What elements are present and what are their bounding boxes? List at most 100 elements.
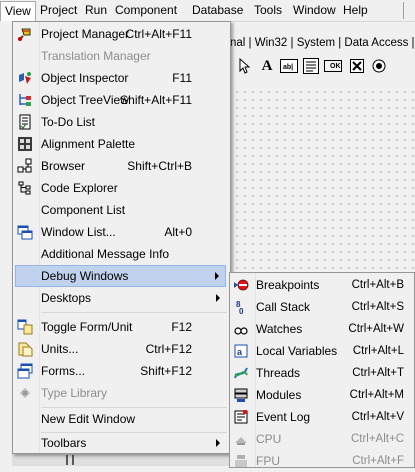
menu-item-label: Breakpoints	[256, 278, 320, 292]
menubar-separator	[403, 2, 404, 19]
component-palette: A ab| OK	[230, 54, 415, 82]
menu-item-label: Call Stack	[256, 300, 311, 314]
menu-item-translation-manager[interactable]: Translation Manager	[15, 45, 226, 67]
menu-item-label: Modules	[256, 388, 302, 402]
view-menu: Project Manager Ctrl+Alt+F11 Translation…	[12, 21, 231, 454]
menu-item-label: Translation Manager	[41, 49, 151, 63]
menu-item-modules[interactable]: Modules Ctrl+Alt+M	[232, 384, 410, 406]
toolbar-grip	[72, 455, 74, 465]
menu-item-label: Units...	[41, 342, 79, 356]
threads-icon	[233, 365, 249, 381]
menu-item-shortcut: Ctrl+Alt+M	[349, 389, 404, 401]
menu-item-label: Forms...	[41, 364, 85, 378]
menu-item-threads[interactable]: Threads Ctrl+Alt+T	[232, 362, 410, 384]
menu-item-label: CPU	[256, 432, 282, 446]
menu-item-shortcut: F12	[171, 320, 192, 334]
menu-item-fpu[interactable]: FPU Ctrl+Alt+F	[232, 450, 410, 472]
menu-item-debug-windows[interactable]: Debug Windows	[15, 265, 226, 287]
menu-item-object-treeview[interactable]: Object TreeView Shift+Alt+F11	[15, 89, 226, 111]
menu-item-shortcut: Ctrl+Alt+T	[352, 367, 404, 379]
menu-component[interactable]: Component	[111, 2, 181, 19]
menu-item-breakpoints[interactable]: Breakpoints Ctrl+Alt+B	[232, 274, 410, 296]
menu-item-watches[interactable]: Watches Ctrl+Alt+W	[232, 318, 410, 340]
forms-icon	[17, 363, 33, 379]
menu-item-shortcut: Ctrl+Alt+V	[351, 411, 404, 423]
submenu-arrow-icon	[216, 294, 220, 302]
menu-item-event-log[interactable]: Event Log Ctrl+Alt+V	[232, 406, 410, 428]
pointer-tool-icon[interactable]	[236, 58, 254, 74]
menu-item-label: Alignment Palette	[41, 137, 136, 151]
debug-windows-submenu: Breakpoints Ctrl+Alt+B 80 Call Stack Ctr…	[229, 272, 415, 468]
menu-help[interactable]: Help	[339, 2, 372, 19]
todo-list-icon	[17, 114, 33, 130]
menu-item-new-edit-window[interactable]: New Edit Window	[15, 405, 226, 427]
menu-item-toolbars[interactable]: Toolbars	[15, 430, 226, 452]
event-log-icon	[233, 409, 249, 425]
menu-database[interactable]: Database	[188, 2, 247, 19]
submenu-arrow-icon	[215, 272, 219, 280]
menu-item-label: Browser	[41, 159, 86, 173]
menu-item-label: Desktops	[41, 291, 92, 305]
menu-item-shortcut: Shift+F12	[140, 364, 192, 378]
menu-item-project-manager[interactable]: Project Manager Ctrl+Alt+F11	[15, 23, 226, 45]
menu-item-label: Type Library	[41, 386, 108, 400]
memo-component-icon[interactable]	[302, 58, 320, 74]
menu-view[interactable]: View	[0, 1, 36, 22]
menu-item-call-stack[interactable]: 80 Call Stack Ctrl+Alt+S	[232, 296, 410, 318]
menu-item-forms[interactable]: Forms... Shift+F12	[15, 360, 226, 382]
label-component-icon[interactable]: A	[258, 58, 276, 74]
modules-icon	[233, 387, 249, 403]
menu-item-label: Threads	[256, 366, 301, 380]
breakpoints-icon	[233, 277, 249, 293]
window-list-icon	[17, 224, 33, 240]
menu-item-desktops[interactable]: Desktops	[15, 287, 226, 309]
menu-item-label: Window List...	[41, 225, 116, 239]
menu-item-label: Component List	[41, 203, 126, 217]
menu-project[interactable]: Project	[36, 2, 81, 19]
menu-tools[interactable]: Tools	[250, 2, 286, 19]
menu-item-label: Toolbars	[41, 436, 87, 450]
menu-item-label: Local Variables	[256, 344, 338, 358]
menu-item-label: Object TreeView	[41, 93, 129, 107]
component-palette-tabs[interactable]: nal | Win32 | System | Data Access | D	[230, 34, 415, 52]
menu-item-code-explorer[interactable]: Code Explorer	[15, 177, 226, 199]
menu-item-toggle-form-unit[interactable]: Toggle Form/Unit F12	[15, 316, 226, 338]
menu-item-shortcut: F11	[172, 71, 192, 85]
menu-item-component-list[interactable]: Component List	[15, 199, 226, 221]
menu-item-shortcut: Ctrl+Alt+F11	[125, 27, 192, 41]
submenu-arrow-icon	[216, 439, 220, 447]
menu-item-shortcut: Shift+Ctrl+B	[127, 159, 192, 173]
menu-item-label: Toggle Form/Unit	[41, 320, 133, 334]
bottom-toolbar	[12, 452, 232, 466]
button-component-label: OK	[330, 63, 341, 70]
menu-item-units[interactable]: Units... Ctrl+F12	[15, 338, 226, 360]
menu-item-local-variables[interactable]: a Local Variables Ctrl+Alt+L	[232, 340, 410, 362]
menu-item-label: New Edit Window	[41, 412, 136, 426]
menu-item-label: To-Do List	[41, 115, 96, 129]
menu-item-todo-list[interactable]: To-Do List	[15, 111, 226, 133]
cpu-icon	[233, 431, 249, 447]
edit-component-icon[interactable]: ab|	[280, 58, 298, 74]
checkbox-component-icon[interactable]	[348, 58, 366, 74]
menu-item-label: Object Inspector	[41, 71, 129, 85]
alignment-palette-icon	[17, 136, 33, 152]
ide-left-edge	[0, 21, 12, 466]
menu-item-label: Code Explorer	[41, 181, 118, 195]
radio-component-icon[interactable]	[370, 58, 388, 74]
units-icon	[17, 341, 33, 357]
call-stack-icon: 80	[233, 299, 249, 315]
menu-item-additional-message-info[interactable]: Additional Message Info	[15, 243, 226, 265]
toggle-form-unit-icon	[17, 319, 33, 335]
menu-window[interactable]: Window	[289, 2, 340, 19]
menu-item-label: Event Log	[256, 410, 311, 424]
menu-item-browser[interactable]: Browser Shift+Ctrl+B	[15, 155, 226, 177]
menu-item-object-inspector[interactable]: Object Inspector F11	[15, 67, 226, 89]
menu-item-alignment-palette[interactable]: Alignment Palette	[15, 133, 226, 155]
menu-run[interactable]: Run	[81, 2, 111, 19]
code-explorer-icon	[17, 180, 33, 196]
menu-item-label: Debug Windows	[41, 269, 129, 283]
menu-item-type-library[interactable]: Type Library	[15, 382, 226, 404]
menu-item-label: Project Manager	[41, 27, 130, 41]
menu-item-window-list[interactable]: Window List... Alt+0	[15, 221, 226, 243]
menu-item-cpu[interactable]: CPU Ctrl+Alt+C	[232, 428, 410, 450]
